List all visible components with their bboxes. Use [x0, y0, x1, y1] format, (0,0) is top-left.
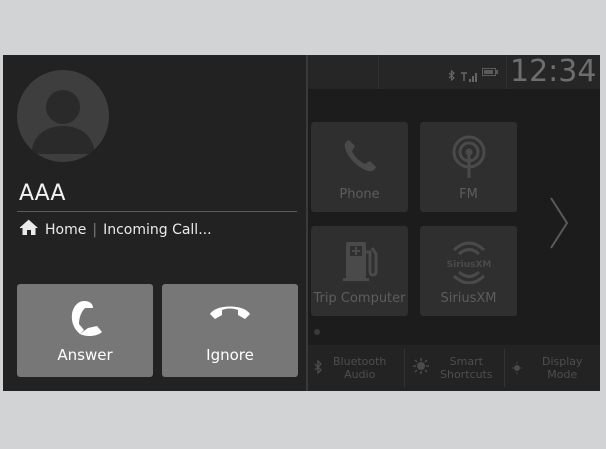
tile-label: FM — [459, 187, 478, 202]
bottom-label: Display Mode — [542, 355, 583, 381]
call-info: Home | Incoming Call... — [19, 219, 212, 240]
answer-button[interactable]: Answer — [17, 284, 153, 377]
display-mode-icon — [512, 359, 534, 378]
chevron-right-icon[interactable] — [548, 195, 570, 255]
tile-trip-computer[interactable]: Trip Computer — [311, 226, 408, 316]
clock: 12:34 — [510, 55, 597, 89]
bluetooth-icon — [314, 358, 323, 378]
status-segment — [308, 55, 379, 89]
home-screen: 12:34 Phone FM Trip Computer SiriusXM Si… — [308, 55, 600, 391]
bottom-bluetooth-audio[interactable]: Bluetooth Audio — [314, 345, 406, 391]
siriusxm-icon: SiriusXM — [420, 238, 517, 284]
page-indicator-dot — [314, 329, 320, 335]
signal-icon — [461, 67, 477, 82]
battery-icon — [482, 67, 498, 76]
bottom-bar: Bluetooth Audio Smart Shortcuts Display Mod… — [308, 345, 600, 391]
phone-icon — [311, 134, 408, 178]
fuel-pump-icon — [311, 238, 408, 284]
answer-label: Answer — [57, 346, 113, 364]
bottom-separator — [404, 349, 405, 387]
info-separator: | — [92, 221, 98, 238]
ignore-button[interactable]: Ignore — [162, 284, 298, 377]
call-location: Home — [45, 221, 87, 238]
smart-shortcuts-icon — [412, 357, 430, 379]
bottom-separator — [504, 349, 505, 387]
head-unit-screen: 12:34 Phone FM Trip Computer SiriusXM Si… — [3, 55, 600, 391]
caller-name: AAA — [19, 181, 66, 206]
tile-phone[interactable]: Phone — [311, 122, 408, 212]
bottom-smart-shortcuts[interactable]: Smart Shortcuts — [412, 345, 502, 391]
incoming-call-panel: AAA Home | Incoming Call... Answer Ignor… — [3, 55, 306, 391]
answer-phone-icon — [17, 298, 153, 338]
tile-fm[interactable]: FM — [420, 122, 517, 212]
avatar — [17, 70, 109, 162]
hang-up-icon — [162, 298, 298, 328]
status-bar: 12:34 — [308, 55, 600, 89]
siriusxm-logo-text: SiriusXM — [446, 260, 491, 270]
tile-siriusxm[interactable]: SiriusXM SiriusXM — [420, 226, 517, 316]
status-icons — [448, 66, 498, 82]
bottom-display-mode[interactable]: Display Mode — [512, 345, 598, 391]
tile-label: SiriusXM — [440, 291, 497, 306]
contact-silhouette-icon — [31, 90, 95, 154]
ignore-label: Ignore — [206, 346, 254, 364]
tile-label: Trip Computer — [313, 291, 406, 306]
panel-divider — [306, 55, 308, 391]
bottom-label: Smart Shortcuts — [440, 355, 493, 381]
call-status: Incoming Call... — [103, 221, 212, 238]
radio-antenna-icon — [420, 134, 517, 180]
home-icon — [19, 219, 39, 240]
bottom-label: Bluetooth Audio — [333, 355, 387, 381]
bluetooth-icon — [448, 66, 456, 82]
name-underline — [17, 211, 297, 212]
tile-label: Phone — [339, 187, 380, 202]
